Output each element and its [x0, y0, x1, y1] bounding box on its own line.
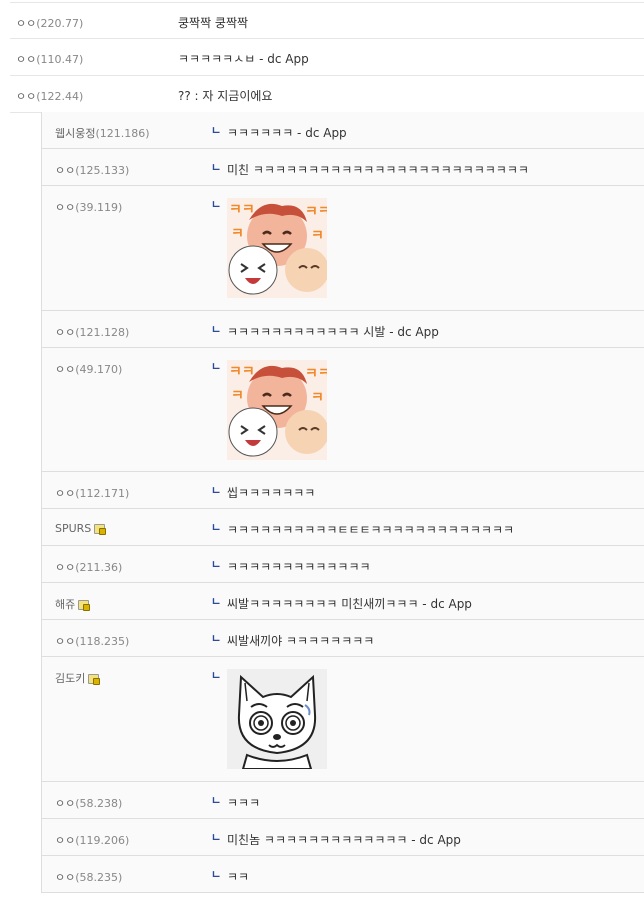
svg-text:ㅋㅋ: ㅋㅋ	[229, 202, 255, 218]
reply-arrow-icon: ㄴ	[211, 669, 222, 682]
reply-author[interactable]: ㅇㅇ(121.128)	[55, 324, 129, 340]
reply-text: 미친놈 ㅋㅋㅋㅋㅋㅋㅋㅋㅋㅋㅋㅋㅋ - dc App	[227, 833, 461, 847]
svg-text:ㅋ: ㅋ	[311, 228, 324, 244]
reply-text: ㅋㅋㅋㅋㅋㅋㅋㅋㅋㅋㅋㅋㅋ	[227, 560, 371, 574]
member-lock-icon	[78, 600, 91, 611]
reply-text: 미친 ㅋㅋㅋㅋㅋㅋㅋㅋㅋㅋㅋㅋㅋㅋㅋㅋㅋㅋㅋㅋㅋㅋㅋㅋㅋ	[227, 163, 529, 177]
reply-arrow-icon: ㄴ	[211, 868, 222, 881]
reply-row: SPURS ㄴ ㅋㅋㅋㅋㅋㅋㅋㅋㅋㅋㅌㅌㅌㅋㅋㅋㅋㅋㅋㅋㅋㅋㅋㅋㅋㅋ	[42, 509, 644, 546]
reply-text: ㅋㅋㅋ	[227, 796, 261, 810]
reply-author[interactable]: ㅇㅇ(119.206)	[55, 832, 129, 848]
reply-arrow-icon: ㄴ	[211, 521, 222, 534]
reply-author[interactable]: ㅇㅇ(112.171)	[55, 485, 129, 501]
reply-row: ㅇㅇ(39.119) ㄴ ㅋㅋ ㅋ ㅋㅋ ㅋ	[42, 186, 644, 311]
reply-arrow-icon: ㄴ	[211, 632, 222, 645]
reply-author[interactable]: ㅇㅇ(58.238)	[55, 795, 122, 811]
comment-list: ㅇㅇ(220.77) 쿵짝짝 쿵짝짝 ㅇㅇ(110.47) ㅋㅋㅋㅋㅋㅅㅂ - …	[10, 2, 644, 113]
reply-author[interactable]: ㅇㅇ(211.36)	[55, 559, 122, 575]
reply-arrow-icon: ㄴ	[211, 831, 222, 844]
reply-text: ㅋㅋㅋㅋㅋㅋ - dc App	[227, 126, 347, 140]
reply-row: ㅇㅇ(58.235) ㄴ ㅋㅋ	[42, 856, 644, 893]
comment-text: ㅋㅋㅋㅋㅋㅅㅂ - dc App	[178, 52, 309, 66]
reply-text: ㅋㅋㅋㅋㅋㅋㅋㅋㅋㅋㅋㅋ 시발 - dc App	[227, 325, 439, 339]
reply-row: ㅇㅇ(112.171) ㄴ 씹ㅋㅋㅋㅋㅋㅋㅋ	[42, 472, 644, 509]
reply-row: ㅇㅇ(119.206) ㄴ 미친놈 ㅋㅋㅋㅋㅋㅋㅋㅋㅋㅋㅋㅋㅋ - dc App	[42, 819, 644, 856]
comment-row: ㅇㅇ(220.77) 쿵짝짝 쿵짝짝	[10, 2, 644, 39]
reply-arrow-icon: ㄴ	[211, 794, 222, 807]
laughing-faces-sticker[interactable]: ㅋㅋ ㅋ ㅋㅋ ㅋ	[227, 198, 331, 298]
reply-row: ㅇㅇ(211.36) ㄴ ㅋㅋㅋㅋㅋㅋㅋㅋㅋㅋㅋㅋㅋ	[42, 546, 644, 583]
shocked-cat-sticker[interactable]	[227, 669, 327, 770]
reply-list: 웹시웅정(121.186) ㄴ ㅋㅋㅋㅋㅋㅋ - dc App ㅇㅇ(125.1…	[41, 112, 644, 893]
comment-author[interactable]: ㅇㅇ(110.47)	[16, 51, 83, 67]
comment-row: ㅇㅇ(122.44) ?? : 자 지금이에요	[10, 76, 644, 113]
reply-row: 해쥬 ㄴ 씨발ㅋㅋㅋㅋㅋㅋㅋㅋ 미친새끼ㅋㅋㅋ - dc App	[42, 583, 644, 620]
comment-text: ?? : 자 지금이에요	[178, 89, 273, 103]
svg-text:ㅋㅋ: ㅋㅋ	[305, 366, 327, 382]
reply-text: ㅋㅋ	[227, 870, 250, 884]
svg-text:ㅋㅋ: ㅋㅋ	[229, 364, 255, 380]
svg-text:ㅋ: ㅋ	[311, 390, 324, 406]
svg-text:ㅋ: ㅋ	[231, 226, 244, 242]
reply-author[interactable]: ㅇㅇ(118.235)	[55, 633, 129, 649]
reply-arrow-icon: ㄴ	[211, 595, 222, 608]
reply-row: ㅇㅇ(125.133) ㄴ 미친 ㅋㅋㅋㅋㅋㅋㅋㅋㅋㅋㅋㅋㅋㅋㅋㅋㅋㅋㅋㅋㅋㅋㅋ…	[42, 149, 644, 186]
svg-text:ㅋ: ㅋ	[231, 388, 244, 404]
reply-author[interactable]: ㅇㅇ(125.133)	[55, 162, 129, 178]
reply-row: ㅇㅇ(118.235) ㄴ 씨발새끼야 ㅋㅋㅋㅋㅋㅋㅋㅋ	[42, 620, 644, 657]
comment-author[interactable]: ㅇㅇ(122.44)	[16, 88, 83, 104]
reply-row: 웹시웅정(121.186) ㄴ ㅋㅋㅋㅋㅋㅋ - dc App	[42, 112, 644, 149]
reply-author[interactable]: SPURS	[55, 522, 107, 535]
reply-text: ㅋㅋㅋㅋㅋㅋㅋㅋㅋㅋㅌㅌㅌㅋㅋㅋㅋㅋㅋㅋㅋㅋㅋㅋㅋㅋ	[227, 523, 515, 537]
reply-author[interactable]: ㅇㅇ(39.119)	[55, 199, 122, 215]
reply-text: 씨발새끼야 ㅋㅋㅋㅋㅋㅋㅋㅋ	[227, 634, 375, 648]
reply-row: ㅇㅇ(121.128) ㄴ ㅋㅋㅋㅋㅋㅋㅋㅋㅋㅋㅋㅋ 시발 - dc App	[42, 311, 644, 348]
svg-text:ㅋㅋ: ㅋㅋ	[305, 204, 327, 220]
reply-row: ㅇㅇ(58.238) ㄴ ㅋㅋㅋ	[42, 782, 644, 819]
reply-author[interactable]: 김도키	[55, 670, 101, 686]
reply-row: ㅇㅇ(49.170) ㄴ ㅋㅋ ㅋ ㅋㅋ ㅋ	[42, 348, 644, 472]
reply-author[interactable]: 웹시웅정(121.186)	[55, 125, 150, 141]
reply-row: 김도키 ㄴ	[42, 657, 644, 782]
reply-arrow-icon: ㄴ	[211, 124, 222, 137]
reply-arrow-icon: ㄴ	[211, 323, 222, 336]
reply-arrow-icon: ㄴ	[211, 558, 222, 571]
comment-text: 쿵짝짝 쿵짝짝	[178, 16, 249, 30]
reply-arrow-icon: ㄴ	[211, 484, 222, 497]
reply-author[interactable]: ㅇㅇ(58.235)	[55, 869, 122, 885]
reply-arrow-icon: ㄴ	[211, 161, 222, 174]
laughing-faces-sticker[interactable]: ㅋㅋ ㅋ ㅋㅋ ㅋ	[227, 360, 331, 460]
member-lock-icon	[94, 524, 107, 535]
reply-arrow-icon: ㄴ	[211, 360, 222, 373]
reply-text: 씨발ㅋㅋㅋㅋㅋㅋㅋㅋ 미친새끼ㅋㅋㅋ - dc App	[227, 597, 472, 611]
comment-author[interactable]: ㅇㅇ(220.77)	[16, 15, 83, 31]
reply-author[interactable]: ㅇㅇ(49.170)	[55, 361, 122, 377]
member-lock-icon	[88, 674, 101, 685]
reply-arrow-icon: ㄴ	[211, 198, 222, 211]
reply-text: 씹ㅋㅋㅋㅋㅋㅋㅋ	[227, 486, 316, 500]
comment-row: ㅇㅇ(110.47) ㅋㅋㅋㅋㅋㅅㅂ - dc App	[10, 39, 644, 76]
reply-author[interactable]: 해쥬	[55, 596, 91, 612]
